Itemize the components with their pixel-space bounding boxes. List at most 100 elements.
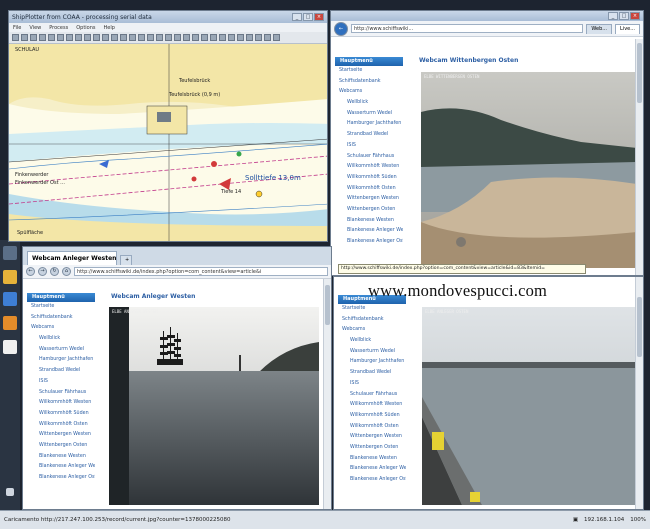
sidebar-item[interactable]: Strandbad Wedel <box>27 366 95 377</box>
sidebar-item[interactable]: Wasserturm Wedel <box>338 347 406 358</box>
sidebar-item[interactable]: ISIS <box>27 377 95 388</box>
toolbar-button[interactable] <box>228 34 235 41</box>
sidebar-item[interactable]: Wellblick <box>338 336 406 347</box>
toolbar-button[interactable] <box>48 34 55 41</box>
scrollbar-thumb[interactable] <box>637 43 642 103</box>
toolbar-button[interactable] <box>156 34 163 41</box>
toolbar-button[interactable] <box>219 34 226 41</box>
toolbar-button[interactable] <box>30 34 37 41</box>
sidebar-item[interactable]: Wellblick <box>335 98 403 109</box>
sidebar-item[interactable]: Blankenese Anleger Osten <box>338 475 406 486</box>
toolbar-button[interactable] <box>129 34 136 41</box>
rss-icon[interactable] <box>3 316 17 330</box>
toolbar-button[interactable] <box>120 34 127 41</box>
sidebar-item[interactable]: Wittenbergen Westen <box>338 432 406 443</box>
toolbar-button[interactable] <box>201 34 208 41</box>
sidebar-item[interactable]: Wittenbergen Westen <box>335 194 403 205</box>
sidebar-item[interactable]: Blankenese Westen <box>338 454 406 465</box>
toolbar-button[interactable] <box>183 34 190 41</box>
sidebar-item[interactable]: Willkommhöft Osten <box>338 422 406 433</box>
add-icon[interactable] <box>6 488 14 496</box>
sidebar-item[interactable]: Webcams <box>335 87 403 98</box>
app-icon[interactable] <box>3 246 17 260</box>
toolbar-button[interactable] <box>93 34 100 41</box>
nautical-chart[interactable]: SCHULAU Teufelsbrück Teufelsbrück (0,9 m… <box>9 44 327 241</box>
scrollbar-left[interactable] <box>323 279 331 509</box>
sidebar-item[interactable]: Blankenese Westen <box>335 216 403 227</box>
sidebar-item[interactable]: Willkommhöft Westen <box>335 162 403 173</box>
minimize-button[interactable]: _ <box>292 13 302 21</box>
toolbar-button[interactable] <box>237 34 244 41</box>
menu-view[interactable]: View <box>29 25 41 31</box>
maximize-button[interactable]: □ <box>619 12 629 20</box>
sidebar-item[interactable]: Willkommhöft Westen <box>27 398 95 409</box>
toolbar-button[interactable] <box>147 34 154 41</box>
toolbar-button[interactable] <box>246 34 253 41</box>
download-icon[interactable] <box>3 292 17 306</box>
maximize-button[interactable]: □ <box>303 13 313 21</box>
sidebar-item[interactable]: Hamburger Jachthafen <box>338 357 406 368</box>
toolbar-button[interactable] <box>165 34 172 41</box>
sidebar-item[interactable]: Schulauer Fährhaus <box>27 388 95 399</box>
sidebar-item[interactable]: Willkommhöft Osten <box>27 420 95 431</box>
sidebar-item[interactable]: Willkommhöft Süden <box>338 411 406 422</box>
address-input[interactable]: http://www.schiffswiki.de/index.php?opti… <box>74 267 328 276</box>
sidebar-item[interactable]: Wittenbergen Osten <box>338 443 406 454</box>
close-button[interactable]: × <box>630 12 640 20</box>
close-button[interactable]: × <box>314 13 324 21</box>
toolbar-button[interactable] <box>111 34 118 41</box>
sidebar-item[interactable]: Schulauer Fährhaus <box>338 390 406 401</box>
toolbar-button[interactable] <box>84 34 91 41</box>
toolbar-button[interactable] <box>39 34 46 41</box>
tab-live[interactable]: Live... <box>615 23 640 34</box>
toolbar-button[interactable] <box>273 34 280 41</box>
sidebar-item[interactable]: Blankenese Anleger Osten <box>27 473 95 484</box>
scrollbar-right[interactable] <box>635 39 643 275</box>
sidebar-item[interactable]: Blankenese Westen <box>27 452 95 463</box>
toolbar-button[interactable] <box>192 34 199 41</box>
sidebar-item[interactable]: Hamburger Jachthafen <box>335 119 403 130</box>
sidebar-item[interactable]: Wittenbergen Osten <box>335 205 403 216</box>
sidebar-item[interactable]: Startseite <box>335 66 403 77</box>
back-button[interactable]: ← <box>334 21 348 36</box>
sidebar-item[interactable]: Wasserturm Wedel <box>27 345 95 356</box>
sidebar-item[interactable]: Wittenbergen Westen <box>27 430 95 441</box>
back-button[interactable]: ← <box>26 267 35 276</box>
scrollbar-thumb[interactable] <box>637 297 642 357</box>
sidebar-item[interactable]: ISIS <box>335 141 403 152</box>
minimize-button[interactable]: _ <box>608 12 618 20</box>
toolbar-button[interactable] <box>66 34 73 41</box>
home-button[interactable]: ⌂ <box>62 267 71 276</box>
new-tab-button[interactable]: + <box>120 255 132 265</box>
sidebar-item[interactable]: Webcams <box>338 325 406 336</box>
sidebar-item[interactable]: Startseite <box>27 302 95 313</box>
sidebar-item[interactable]: Startseite <box>338 304 406 315</box>
toolbar-button[interactable] <box>57 34 64 41</box>
scrollbar-thumb[interactable] <box>325 285 330 325</box>
reload-button[interactable]: ↻ <box>50 267 59 276</box>
sidebar-item[interactable]: Willkommhöft Westen <box>338 400 406 411</box>
sidebar-item[interactable]: Strandbad Wedel <box>335 130 403 141</box>
sidebar-item[interactable]: Wellblick <box>27 334 95 345</box>
toolbar-button[interactable] <box>255 34 262 41</box>
sidebar-item[interactable]: Webcams <box>27 323 95 334</box>
sidebar-item[interactable]: ISIS <box>338 379 406 390</box>
sidebar-item[interactable]: Blankenese Anleger Westen <box>338 464 406 475</box>
star-icon[interactable] <box>3 270 17 284</box>
scrollbar-bottom-right[interactable] <box>635 277 643 509</box>
forward-button[interactable]: → <box>38 267 47 276</box>
zoom-level[interactable]: 100% <box>630 517 646 523</box>
sidebar-item[interactable]: Willkommhöft Süden <box>27 409 95 420</box>
tab-anleger-westen[interactable]: Webcam Anleger Westen <box>27 251 117 265</box>
menu-file[interactable]: File <box>13 25 21 31</box>
sidebar-item[interactable]: Schulauer Fährhaus <box>335 152 403 163</box>
sidebar-item[interactable]: Schiffsdatenbank <box>27 313 95 324</box>
sidebar-item[interactable]: Hamburger Jachthafen <box>27 355 95 366</box>
toolbar-button[interactable] <box>210 34 217 41</box>
sidebar-item[interactable]: Schiffsdatenbank <box>335 77 403 88</box>
sidebar-item[interactable]: Strandbad Wedel <box>338 368 406 379</box>
menu-help[interactable]: Help <box>104 25 115 31</box>
sidebar-item[interactable]: Blankenese Anleger Westen <box>335 226 403 237</box>
toolbar-button[interactable] <box>264 34 271 41</box>
toolbar-button[interactable] <box>21 34 28 41</box>
